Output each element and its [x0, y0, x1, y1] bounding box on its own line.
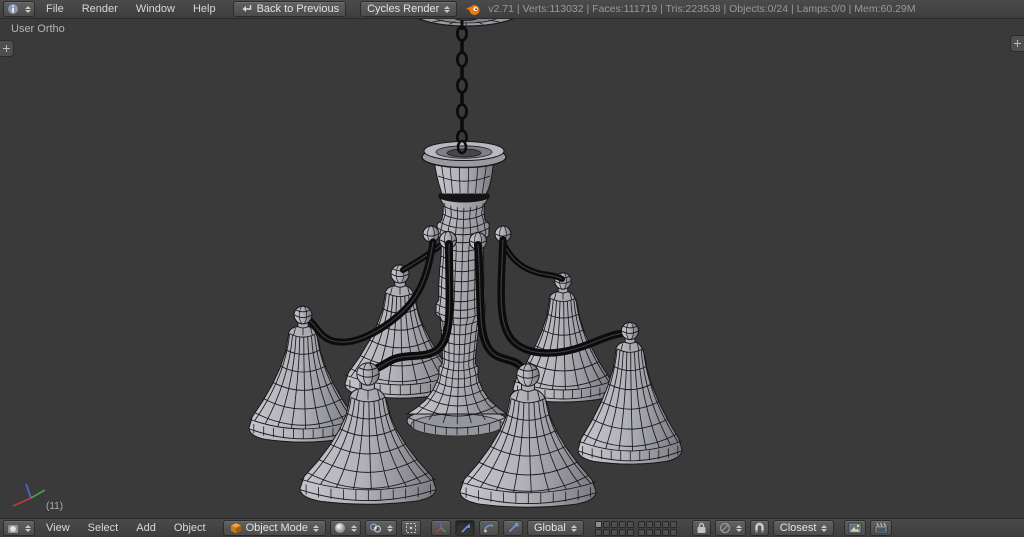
layer-toggle[interactable] [670, 529, 677, 536]
menu-add[interactable]: Add [127, 522, 165, 534]
layer-toggle[interactable] [638, 529, 645, 536]
rotate-arc-icon [483, 522, 495, 534]
plus-icon [1014, 40, 1021, 47]
menu-object[interactable]: Object [165, 522, 215, 534]
view3d-header: View Select Add Object Object Mode [0, 518, 1024, 537]
pivot-point-icon [369, 522, 382, 534]
spinner-arrows [571, 525, 577, 532]
layer-toggle[interactable] [595, 521, 602, 528]
arm-back-right[interactable] [501, 238, 562, 279]
layer-toggle[interactable] [611, 521, 618, 528]
layer-toggle[interactable] [646, 529, 653, 536]
back-arrow-icon [240, 4, 253, 14]
render-engine-select[interactable]: Cycles Render [360, 1, 457, 17]
manipulator-translate-toggle[interactable] [455, 520, 475, 536]
spinner-arrows [736, 525, 742, 532]
lock-icon [696, 522, 707, 534]
manipulator-axes-icon [435, 522, 447, 534]
menu-file[interactable]: File [37, 3, 73, 15]
toolshelf-expand-handle[interactable] [0, 40, 14, 57]
proportional-edit-select[interactable] [715, 520, 746, 536]
menu-help[interactable]: Help [184, 3, 225, 15]
layer-toggle[interactable] [603, 529, 610, 536]
menu-render[interactable]: Render [73, 3, 127, 15]
spinner-arrows [351, 525, 357, 532]
layer-toggle[interactable] [662, 529, 669, 536]
layer-toggle[interactable] [619, 529, 626, 536]
editor-type-selector-3dview[interactable] [3, 520, 35, 536]
spinner-arrows [25, 6, 31, 13]
info-editor-icon [7, 3, 20, 15]
scene-lock-toggle[interactable] [692, 520, 711, 536]
layer-toggle[interactable] [603, 521, 610, 528]
menu-view[interactable]: View [37, 522, 79, 534]
spinner-arrows [444, 6, 450, 13]
opengl-render-animation-button[interactable] [870, 520, 892, 536]
scale-icon [507, 522, 519, 534]
center-points-icon [405, 522, 417, 534]
viewport-3d-scene[interactable] [0, 0, 1024, 536]
manipulator-toggle[interactable] [431, 520, 451, 536]
layer-toggle[interactable] [627, 521, 634, 528]
manipulator-rotate-toggle[interactable] [479, 520, 499, 536]
snap-magnet-icon [754, 522, 765, 534]
layer-toggle[interactable] [638, 521, 645, 528]
snap-toggle[interactable] [750, 520, 769, 536]
layer-toggle[interactable] [670, 521, 677, 528]
layer-toggle[interactable] [654, 521, 661, 528]
layer-toggle[interactable] [619, 521, 626, 528]
layer-toggle[interactable] [646, 521, 653, 528]
editor-type-selector-info[interactable] [3, 1, 35, 17]
viewport-shading-select[interactable] [330, 520, 361, 536]
shading-sphere-icon [334, 522, 346, 534]
properties-expand-handle[interactable] [1010, 35, 1024, 52]
layer-toggle[interactable] [654, 529, 661, 536]
menu-select[interactable]: Select [79, 522, 128, 534]
axis-z-line [26, 484, 31, 498]
layer-toggle[interactable] [611, 529, 618, 536]
spinner-arrows [313, 525, 319, 532]
back-to-previous-button[interactable]: Back to Previous [233, 1, 347, 17]
snap-target-select[interactable]: Closest [773, 520, 835, 536]
blender-logo-icon [465, 3, 480, 16]
menu-window[interactable]: Window [127, 3, 184, 15]
view-orientation-label: User Ortho [11, 23, 65, 35]
render-animation-clapper-icon [874, 522, 888, 534]
view-axis-gizmo [4, 478, 56, 520]
view3d-editor-icon [7, 522, 20, 534]
manipulator-scale-toggle[interactable] [503, 520, 523, 536]
hanging-chain[interactable] [457, 20, 466, 152]
object-mode-cube-icon [230, 522, 242, 534]
layer-toggle[interactable] [662, 521, 669, 528]
render-image-icon [848, 522, 862, 534]
plus-icon [3, 45, 10, 52]
lamp-shade-left[interactable] [249, 306, 357, 442]
opengl-render-still-button[interactable] [844, 520, 866, 536]
manipulate-center-points-toggle[interactable] [401, 520, 421, 536]
translate-arrow-icon [459, 522, 471, 534]
pivot-point-select[interactable] [365, 520, 397, 536]
proportional-edit-icon [719, 522, 731, 534]
axis-y-line [31, 490, 45, 498]
spinner-arrows [821, 525, 827, 532]
scene-statistics: v2.71 | Verts:113032 | Faces:111719 | Tr… [488, 3, 915, 15]
layer-group [638, 521, 677, 536]
spinner-arrows [25, 525, 31, 532]
mode-select[interactable]: Object Mode [223, 520, 326, 536]
layer-toggle[interactable] [627, 529, 634, 536]
axis-x-line [13, 498, 31, 506]
layer-toggle[interactable] [595, 529, 602, 536]
spinner-arrows [387, 525, 393, 532]
transform-orientation-select[interactable]: Global [527, 520, 584, 536]
column-top-cup[interactable] [422, 141, 506, 194]
layer-group [595, 521, 634, 536]
info-header: File Render Window Help Back to Previous… [0, 0, 1024, 19]
layers-widget[interactable] [595, 521, 681, 536]
central-column[interactable] [407, 190, 507, 437]
